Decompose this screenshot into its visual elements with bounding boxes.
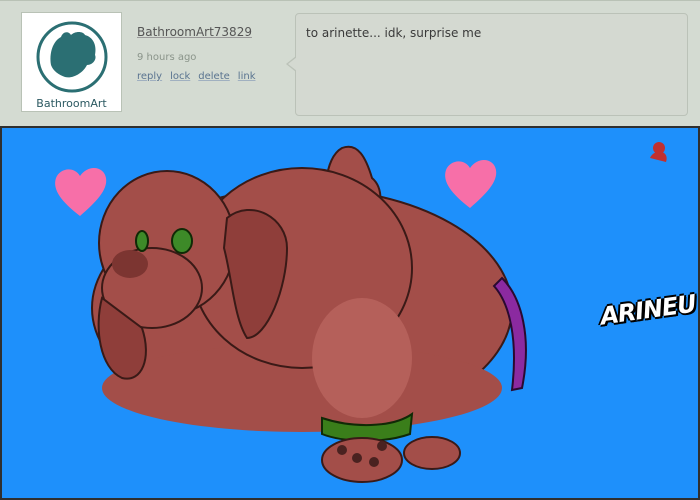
comment-body: to arinette... idk, surprise me — [306, 26, 482, 40]
comment-timestamp: 9 hours ago — [137, 52, 197, 63]
lock-link[interactable]: lock — [170, 71, 190, 82]
artwork-illustration — [55, 142, 667, 483]
artwork-image: ARINEU — [0, 126, 700, 500]
comment-bubble: to arinette... idk, surprise me — [295, 13, 688, 116]
paw-shape — [321, 437, 403, 483]
permalink-link[interactable]: link — [238, 71, 256, 82]
delete-link[interactable]: delete — [198, 71, 230, 82]
avatar-label: BathroomArt — [36, 97, 107, 110]
eye-icon — [135, 230, 149, 252]
avatar[interactable]: BathroomArt — [21, 12, 122, 112]
comment-actions: reply lock delete link — [137, 71, 255, 82]
heart-icon — [445, 159, 497, 208]
avatar-logo-icon — [36, 21, 108, 93]
comment-header: BathroomArt BathroomArt73829 9 hours ago… — [0, 0, 700, 126]
eye-icon — [171, 228, 193, 254]
heart-icon — [55, 167, 107, 216]
comment-author[interactable]: BathroomArt73829 — [137, 25, 252, 39]
reply-link[interactable]: reply — [137, 71, 162, 82]
bubble-tail-inner — [288, 57, 297, 71]
